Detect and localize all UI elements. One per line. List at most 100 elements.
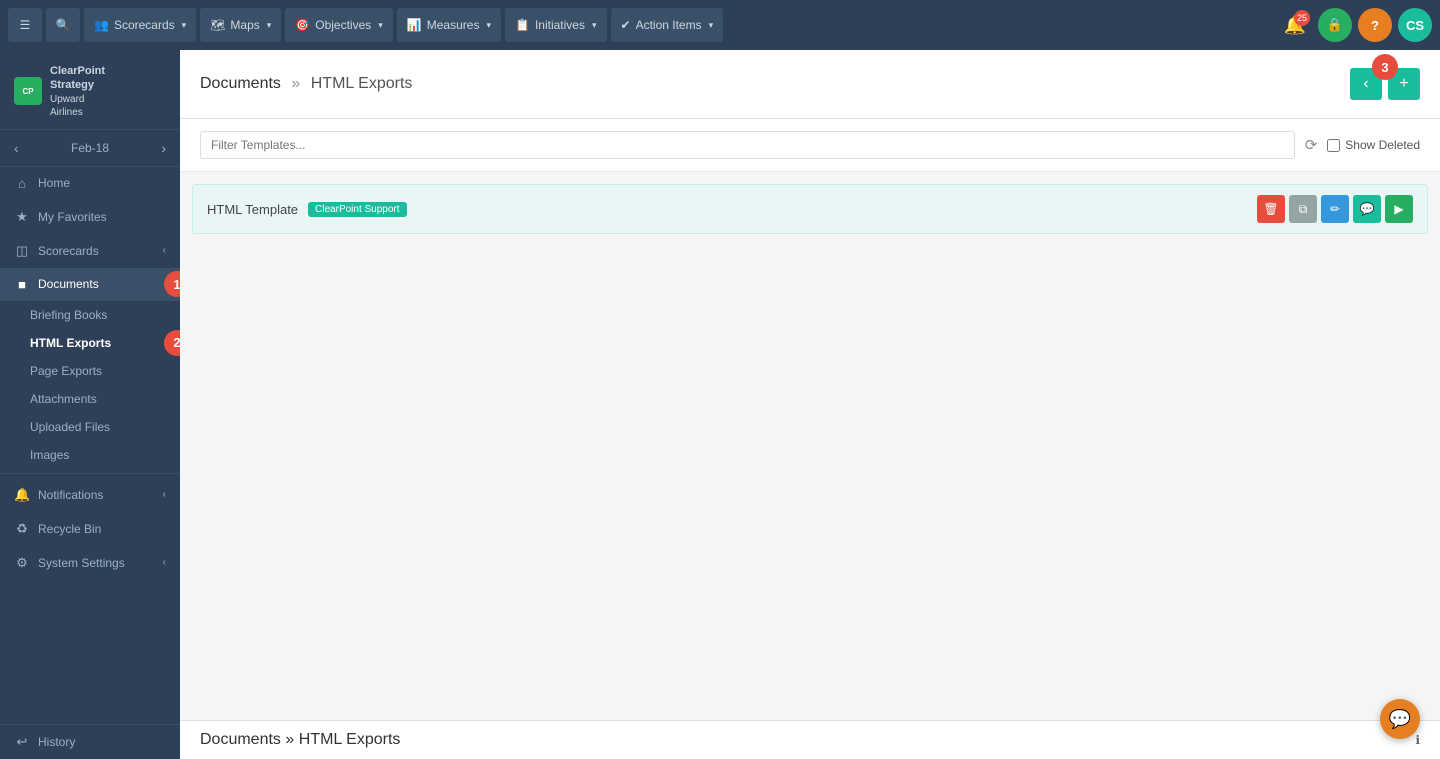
footer-breadcrumb: Documents » HTML Exports <box>200 731 400 749</box>
star-icon: ★ <box>14 209 30 225</box>
filter-bar: ⟳ Show Deleted <box>180 119 1440 172</box>
settings-chevron-icon: ‹ <box>163 557 166 568</box>
sidebar-item-home[interactable]: ⌂ Home <box>0 167 180 200</box>
template-actions: 🗑 ⧉ ✏ 💬 ▶ <box>1257 195 1413 223</box>
sidebar-item-notifications[interactable]: 🔔 Notifications ‹ <box>0 478 180 512</box>
notifications-button[interactable]: 🔔 25 <box>1278 8 1312 42</box>
nav-objectives[interactable]: 🎯 Objectives ▾ <box>285 8 393 42</box>
question-icon: ? <box>1371 18 1379 33</box>
plus-icon: + <box>1399 75 1408 93</box>
sidebar-item-page-exports[interactable]: Page Exports <box>0 357 180 385</box>
brand-name: ClearPointStrategy <box>50 64 105 93</box>
template-tag: ClearPoint Support <box>308 202 407 217</box>
menu-button[interactable]: ☰ <box>8 8 42 42</box>
sidebar-item-history[interactable]: ↩ History <box>0 725 180 759</box>
chat-bubble-button[interactable]: 💬 <box>1380 699 1420 739</box>
user-avatar[interactable]: CS <box>1398 8 1432 42</box>
home-icon: ⌂ <box>14 176 30 191</box>
lock-button[interactable]: 🔒 <box>1318 8 1352 42</box>
maps-icon: 🗺 <box>210 18 225 32</box>
sidebar-item-html-exports[interactable]: HTML Exports <box>0 329 180 357</box>
action-items-icon: ✔ <box>621 18 631 32</box>
chevron-down-icon: ▾ <box>182 20 187 31</box>
top-nav-right: 🔔 25 🔒 ? CS <box>1278 8 1432 42</box>
logo-box: CP <box>14 77 42 105</box>
chevron-down-icon: ▾ <box>486 20 491 31</box>
nav-scorecards[interactable]: 👥 Scorecards ▾ <box>84 8 196 42</box>
period-label: Feb-18 <box>71 141 109 155</box>
sidebar-item-scorecards[interactable]: ◫ Scorecards ‹ <box>0 234 180 268</box>
chevron-down-icon: ▾ <box>709 20 714 31</box>
chevron-down-icon: ▾ <box>378 20 383 31</box>
chat-icon: 💬 <box>1389 709 1411 730</box>
company-name: UpwardAirlines <box>50 93 105 119</box>
breadcrumb-documents: Documents <box>200 75 281 92</box>
sidebar-logo: CP ClearPointStrategy UpwardAirlines <box>0 50 180 130</box>
top-nav: ☰ 🔍 👥 Scorecards ▾ 🗺 Maps ▾ 🎯 Objectives… <box>0 0 1440 50</box>
sidebar-item-uploaded-files[interactable]: Uploaded Files <box>0 413 180 441</box>
sidebar-item-attachments[interactable]: Attachments <box>0 385 180 413</box>
refresh-button[interactable]: ⟳ <box>1305 136 1318 154</box>
breadcrumb-html-exports: HTML Exports <box>311 75 413 92</box>
help-button[interactable]: ? <box>1358 8 1392 42</box>
header-actions: 3 ‹ + <box>1350 68 1420 100</box>
scorecards-chevron-icon: ‹ <box>163 245 166 256</box>
chevron-left-icon: ‹ <box>1363 75 1368 93</box>
next-period-arrow[interactable]: › <box>161 140 166 156</box>
notifications-chevron-icon: ‹ <box>163 489 166 500</box>
nav-action-items[interactable]: ✔ Action Items ▾ <box>611 8 724 42</box>
copy-button[interactable]: ⧉ <box>1289 195 1317 223</box>
edit-button[interactable]: ✏ <box>1321 195 1349 223</box>
nav-initiatives[interactable]: 📋 Initiatives ▾ <box>505 8 607 42</box>
sidebar-item-documents[interactable]: ■ Documents <box>0 268 180 301</box>
play-button[interactable]: ▶ <box>1385 195 1413 223</box>
sidebar-html-exports-wrapper: HTML Exports 2 <box>0 329 180 357</box>
lock-icon: 🔒 <box>1327 17 1343 33</box>
comment-icon: 💬 <box>1360 202 1375 216</box>
breadcrumb: Documents » HTML Exports <box>200 75 412 93</box>
show-deleted-checkbox[interactable] <box>1327 139 1340 152</box>
copy-icon: ⧉ <box>1299 202 1308 217</box>
prev-period-arrow[interactable]: ‹ <box>14 140 19 156</box>
refresh-icon: ⟳ <box>1305 137 1318 154</box>
sidebar-item-system-settings[interactable]: ⚙ System Settings ‹ <box>0 546 180 580</box>
footer-info-icon: ℹ <box>1415 733 1420 747</box>
bell-sidebar-icon: 🔔 <box>14 487 30 503</box>
notification-badge: 25 <box>1294 10 1310 26</box>
chevron-down-icon: ▾ <box>592 20 597 31</box>
scorecards-sidebar-icon: ◫ <box>14 243 30 259</box>
callout-badge-3: 3 <box>1372 54 1398 80</box>
sidebar-item-images[interactable]: Images <box>0 441 180 469</box>
sidebar-item-briefing-books[interactable]: Briefing Books <box>0 301 180 329</box>
trash-icon: 🗑 <box>1263 202 1278 216</box>
breadcrumb-separator: » <box>291 75 300 92</box>
table-row: HTML Template ClearPoint Support 🗑 ⧉ ✏ 💬… <box>192 184 1428 234</box>
sidebar-item-favorites[interactable]: ★ My Favorites <box>0 200 180 234</box>
sidebar-documents-wrapper: ■ Documents 1 <box>0 268 180 301</box>
initiatives-icon: 📋 <box>515 18 530 32</box>
search-icon: 🔍 <box>56 18 71 32</box>
sidebar-item-recycle-bin[interactable]: ♻ Recycle Bin <box>0 512 180 546</box>
gear-icon: ⚙ <box>14 555 30 571</box>
objectives-icon: 🎯 <box>295 18 310 32</box>
main-content: Documents » HTML Exports 3 ‹ + ⟳ Show De… <box>180 50 1440 759</box>
history-icon: ↩ <box>14 734 30 750</box>
nav-measures[interactable]: 📊 Measures ▾ <box>397 8 501 42</box>
page-footer: Documents » HTML Exports ℹ <box>180 720 1440 759</box>
recycle-icon: ♻ <box>14 521 30 537</box>
measures-icon: 📊 <box>407 18 422 32</box>
show-deleted-label[interactable]: Show Deleted <box>1327 138 1420 152</box>
sidebar-period: ‹ Feb-18 › <box>0 130 180 167</box>
template-list: HTML Template ClearPoint Support 🗑 ⧉ ✏ 💬… <box>180 172 1440 246</box>
sidebar: CP ClearPointStrategy UpwardAirlines ‹ F… <box>0 50 180 759</box>
pencil-icon: ✏ <box>1330 202 1340 216</box>
chevron-down-icon: ▾ <box>267 20 272 31</box>
nav-maps[interactable]: 🗺 Maps ▾ <box>200 8 281 42</box>
delete-button[interactable]: 🗑 <box>1257 195 1285 223</box>
comment-button[interactable]: 💬 <box>1353 195 1381 223</box>
sidebar-footer: ↩ History <box>0 724 180 759</box>
search-button[interactable]: 🔍 <box>46 8 80 42</box>
documents-icon: ■ <box>14 277 30 292</box>
filter-input[interactable] <box>200 131 1295 159</box>
scorecards-icon: 👥 <box>94 18 109 32</box>
